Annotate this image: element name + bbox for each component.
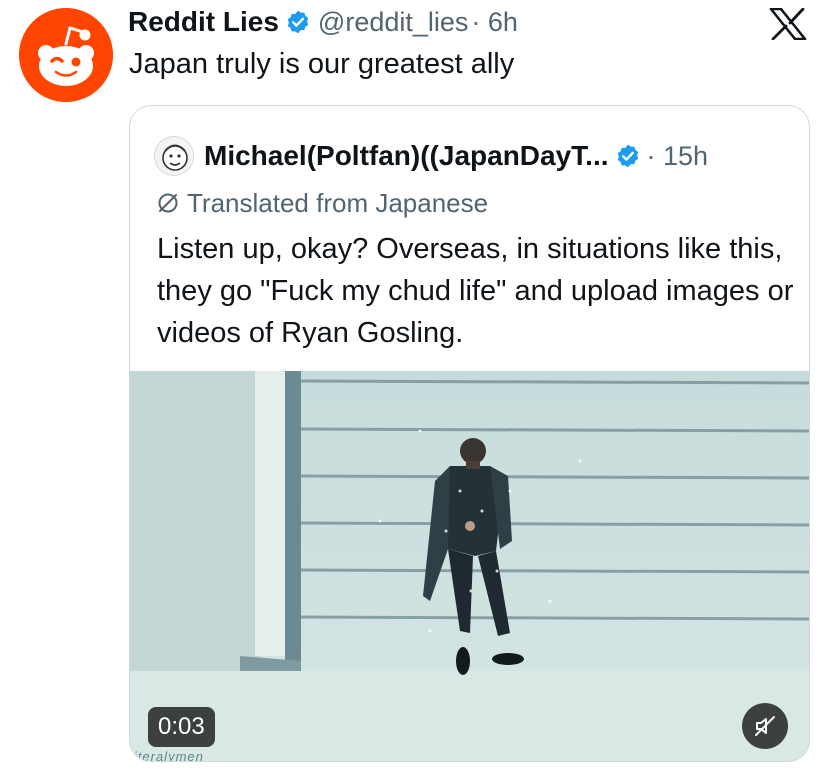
quoted-author-name[interactable]: Michael(Poltfan)((JapanDayT... [204, 140, 609, 172]
quoted-tweet-card[interactable]: Michael(Poltfan)((JapanDayT... · 15h Tra… [129, 105, 810, 762]
translation-label[interactable]: Translated from Japanese [187, 188, 488, 219]
tweet-time[interactable]: · 6h [471, 7, 518, 38]
video-player[interactable]: 0:03 literalymen [130, 371, 809, 762]
reddit-snoo-icon [19, 8, 113, 102]
translate-icon [158, 193, 178, 213]
tweet-text: Japan truly is our greatest ally [129, 48, 515, 80]
verified-badge-icon [287, 10, 309, 34]
quoted-tweet-time[interactable]: · 15h [647, 141, 709, 172]
video-watermark: literalymen [130, 749, 204, 762]
video-frame-image [130, 371, 809, 761]
tweet-header: Reddit Lies @reddit_lies · 6h [128, 4, 518, 40]
translation-notice: Translated from Japanese [156, 186, 488, 220]
mute-button[interactable] [742, 703, 788, 749]
x-logo-icon [769, 8, 807, 40]
quoted-tweet-text: Listen up, okay? Overseas, in situations… [157, 233, 794, 349]
cartoon-avatar-icon [155, 137, 193, 175]
verified-badge-icon [617, 144, 638, 168]
video-timestamp: 0:03 [148, 707, 215, 747]
reddit-lies-avatar[interactable] [19, 8, 113, 102]
quoted-author-avatar[interactable] [154, 136, 194, 176]
author-name[interactable]: Reddit Lies [128, 6, 279, 38]
speaker-muted-icon [755, 716, 775, 736]
author-handle[interactable]: @reddit_lies [318, 7, 468, 38]
quoted-tweet-header: Michael(Poltfan)((JapanDayT... · 15h [154, 136, 708, 176]
